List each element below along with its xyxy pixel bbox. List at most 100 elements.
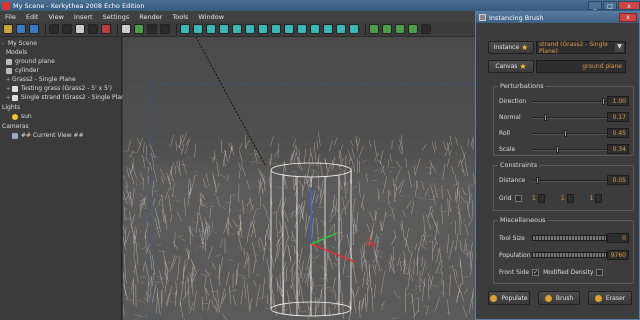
scale-tool-icon[interactable] (349, 24, 359, 34)
slider-knob[interactable] (544, 114, 548, 121)
roll-slider[interactable] (532, 130, 607, 137)
menu-window[interactable]: Window (193, 13, 229, 21)
close-panel-button[interactable]: x (619, 13, 637, 22)
eraser-icon (594, 294, 602, 302)
maximize-button[interactable]: □ (603, 1, 617, 10)
tree-icon[interactable] (408, 24, 418, 34)
populate-button[interactable]: Populate (488, 291, 530, 305)
menu-tools[interactable]: Tools (167, 13, 193, 21)
wireframe-icon[interactable] (245, 24, 255, 34)
3d-viewport[interactable] (123, 37, 475, 320)
canvas-field[interactable]: ground plane (536, 60, 626, 73)
menu-insert[interactable]: Insert (69, 13, 98, 21)
undo-icon[interactable] (49, 24, 59, 34)
rotate-tool-icon[interactable] (336, 24, 346, 34)
orbit-icon[interactable] (134, 24, 144, 34)
slider-knob[interactable] (535, 177, 539, 184)
tool-size-slider[interactable] (532, 235, 607, 241)
slider-knob[interactable] (601, 98, 605, 105)
front-side-checkbox[interactable]: ✓ (532, 269, 540, 276)
direction-slider[interactable] (532, 98, 607, 105)
view-side-icon[interactable] (206, 24, 216, 34)
grid-y-spinner[interactable] (566, 194, 574, 203)
scatter-icon[interactable] (382, 24, 392, 34)
tree-root[interactable]: - My Scene (2, 39, 37, 48)
save-icon[interactable] (29, 24, 39, 34)
grid-toggle-icon[interactable] (297, 24, 307, 34)
pan-hand-icon[interactable] (121, 24, 131, 34)
tree-item-model[interactable]: + Grass2 - Single Plane (6, 75, 76, 84)
new-scene-icon[interactable] (16, 24, 26, 34)
close-window-button[interactable]: x (618, 1, 640, 10)
grid-x-spinner[interactable] (537, 194, 545, 203)
direction-value[interactable]: 1.00 (607, 96, 629, 106)
distance-slider[interactable] (532, 177, 607, 184)
camera-icon[interactable] (160, 24, 170, 34)
grid-z-spinner[interactable] (595, 194, 603, 203)
view-perspective-icon[interactable] (219, 24, 229, 34)
population-value[interactable]: 9760 (607, 250, 629, 260)
viewport-canvas[interactable] (123, 37, 475, 320)
tree-group-cameras[interactable]: Cameras (2, 122, 29, 131)
brush-button[interactable]: Brush (538, 291, 580, 305)
panel-titlebar[interactable]: Instancing Brush x (476, 12, 639, 23)
chevron-down-icon[interactable]: ▼ (615, 43, 624, 52)
grid-y-value[interactable]: 1 (561, 195, 565, 202)
normal-slider[interactable] (532, 114, 607, 121)
minimize-button[interactable]: _ (588, 1, 602, 10)
scale-value[interactable]: 0.34 (607, 144, 629, 154)
population-slider[interactable] (532, 252, 607, 258)
grid-checkbox[interactable] (515, 195, 522, 202)
normal-value[interactable]: 0.17 (607, 112, 629, 122)
tree-item-model[interactable]: cylinder (6, 66, 39, 75)
textured-icon[interactable] (271, 24, 281, 34)
canvas-button[interactable]: Canvas ★ (488, 60, 534, 73)
menu-view[interactable]: View (43, 13, 68, 21)
tree-item-light[interactable]: sun (12, 112, 32, 121)
view-front-icon[interactable] (180, 24, 190, 34)
instance-button[interactable]: Instance ★ (488, 41, 534, 54)
collapse-icon[interactable]: - (2, 41, 6, 47)
grid-x-value[interactable]: 1 (532, 195, 536, 202)
roll-value[interactable]: 0.45 (607, 128, 629, 138)
grid-z-value[interactable]: 1 (590, 195, 594, 202)
light-toggle-icon[interactable] (310, 24, 320, 34)
menu-settings[interactable]: Settings (98, 13, 135, 21)
lasso-icon[interactable] (88, 24, 98, 34)
scale-slider[interactable] (532, 146, 607, 153)
tree-group-models[interactable]: Models (6, 48, 27, 57)
open-folder-icon[interactable] (3, 24, 13, 34)
slider-knob[interactable] (564, 130, 568, 137)
tree-item-model[interactable]: + Single strand (Grass2 - Single Plane) (6, 93, 131, 102)
view-top-icon[interactable] (193, 24, 203, 34)
tree-item-camera[interactable]: ## Current View ## (12, 131, 84, 140)
render-settings-icon[interactable] (421, 24, 431, 34)
slider-knob[interactable] (556, 146, 560, 153)
instance-dropdown[interactable]: strand (Grass2 - Single Plane) ▼ (536, 41, 626, 55)
redo-icon[interactable] (62, 24, 72, 34)
tree-item-model[interactable]: + Testing grass (Grass2 - 5' x 5') (6, 84, 112, 93)
select-icon[interactable] (75, 24, 85, 34)
miscellaneous-group: Miscellaneous Tool Size 0 Population 976… (493, 216, 634, 284)
menu-file[interactable]: File (0, 13, 21, 21)
instancing-brush-icon[interactable] (369, 24, 379, 34)
menu-edit[interactable]: Edit (21, 13, 44, 21)
zoom-icon[interactable] (147, 24, 157, 34)
brush-icon (544, 294, 552, 302)
tree-item-model[interactable]: ground plane (6, 57, 55, 66)
view-camera-icon[interactable] (232, 24, 242, 34)
grass-icon[interactable] (395, 24, 405, 34)
shaded-icon[interactable] (258, 24, 268, 34)
bounding-box-icon[interactable] (284, 24, 294, 34)
expand-icon[interactable]: + (6, 77, 10, 83)
tree-group-lights[interactable]: Lights (2, 103, 20, 112)
eraser-button[interactable]: Eraser (588, 291, 632, 305)
modified-density-checkbox[interactable] (596, 269, 604, 276)
expand-icon[interactable]: + (6, 95, 10, 101)
menu-render[interactable]: Render (134, 13, 167, 21)
render-icon[interactable] (101, 24, 111, 34)
expand-icon[interactable]: + (6, 86, 10, 92)
move-tool-icon[interactable] (323, 24, 333, 34)
tool-size-value[interactable]: 0 (607, 233, 629, 243)
distance-value[interactable]: 0.05 (607, 175, 629, 185)
